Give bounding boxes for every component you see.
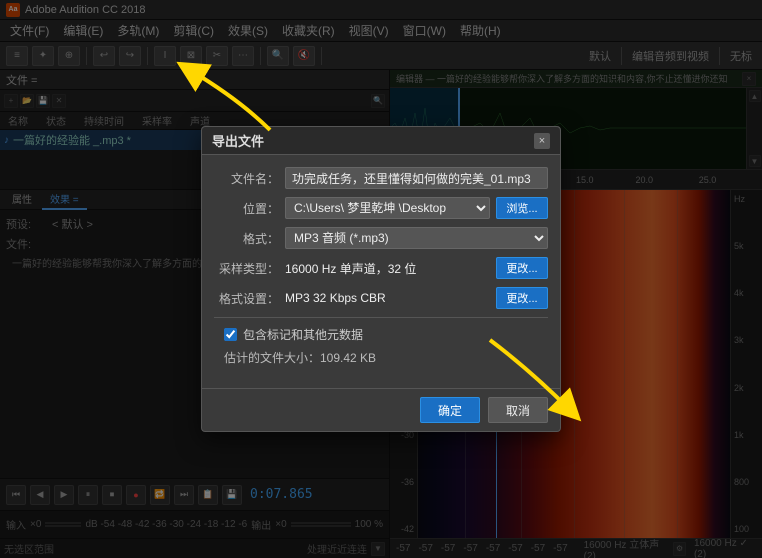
filename-row: 文件名： bbox=[214, 167, 548, 189]
sampletype-label: 采样类型： bbox=[214, 260, 279, 277]
dialog-body: 文件名： 位置： C:\Users\ 梦里乾坤 \Desktop 浏览... 格… bbox=[202, 155, 560, 388]
filename-input[interactable] bbox=[285, 167, 548, 189]
dialog-title: 导出文件 bbox=[212, 131, 264, 150]
filesize-row: 估计的文件大小：109.42 KB bbox=[214, 349, 548, 366]
format-label: 格式： bbox=[214, 230, 279, 247]
change-sampletype-btn[interactable]: 更改... bbox=[496, 257, 548, 279]
format-row: 格式： MP3 音频 (*.mp3) bbox=[214, 227, 548, 249]
export-dialog: 导出文件 × 文件名： 位置： C:\Users\ 梦里乾坤 \Desktop … bbox=[201, 126, 561, 432]
dialog-close-btn[interactable]: × bbox=[534, 133, 550, 149]
format-select[interactable]: MP3 音频 (*.mp3) bbox=[285, 227, 548, 249]
dialog-divider bbox=[214, 317, 548, 318]
checkbox-row: 包含标记和其他元数据 bbox=[214, 326, 548, 343]
sampletype-value: 16000 Hz 单声道，32 位 bbox=[285, 260, 490, 277]
metadata-checkbox[interactable] bbox=[224, 328, 237, 341]
browse-btn[interactable]: 浏览... bbox=[496, 197, 548, 219]
dialog-titlebar: 导出文件 × bbox=[202, 127, 560, 155]
modal-overlay: 导出文件 × 文件名： 位置： C:\Users\ 梦里乾坤 \Desktop … bbox=[0, 0, 762, 558]
location-row: 位置： C:\Users\ 梦里乾坤 \Desktop 浏览... bbox=[214, 197, 548, 219]
location-label: 位置： bbox=[214, 200, 279, 217]
formatsetting-row: 格式设置： MP3 32 Kbps CBR 更改... bbox=[214, 287, 548, 309]
cancel-btn[interactable]: 取消 bbox=[488, 397, 548, 423]
sampletype-row: 采样类型： 16000 Hz 单声道，32 位 更改... bbox=[214, 257, 548, 279]
change-format-btn[interactable]: 更改... bbox=[496, 287, 548, 309]
checkbox-label: 包含标记和其他元数据 bbox=[243, 326, 363, 343]
formatsetting-label: 格式设置： bbox=[214, 290, 279, 307]
filename-label: 文件名： bbox=[214, 170, 279, 187]
confirm-btn[interactable]: 确定 bbox=[420, 397, 480, 423]
location-select[interactable]: C:\Users\ 梦里乾坤 \Desktop bbox=[285, 197, 490, 219]
dialog-footer: 确定 取消 bbox=[202, 388, 560, 431]
formatsetting-value: MP3 32 Kbps CBR bbox=[285, 291, 490, 305]
